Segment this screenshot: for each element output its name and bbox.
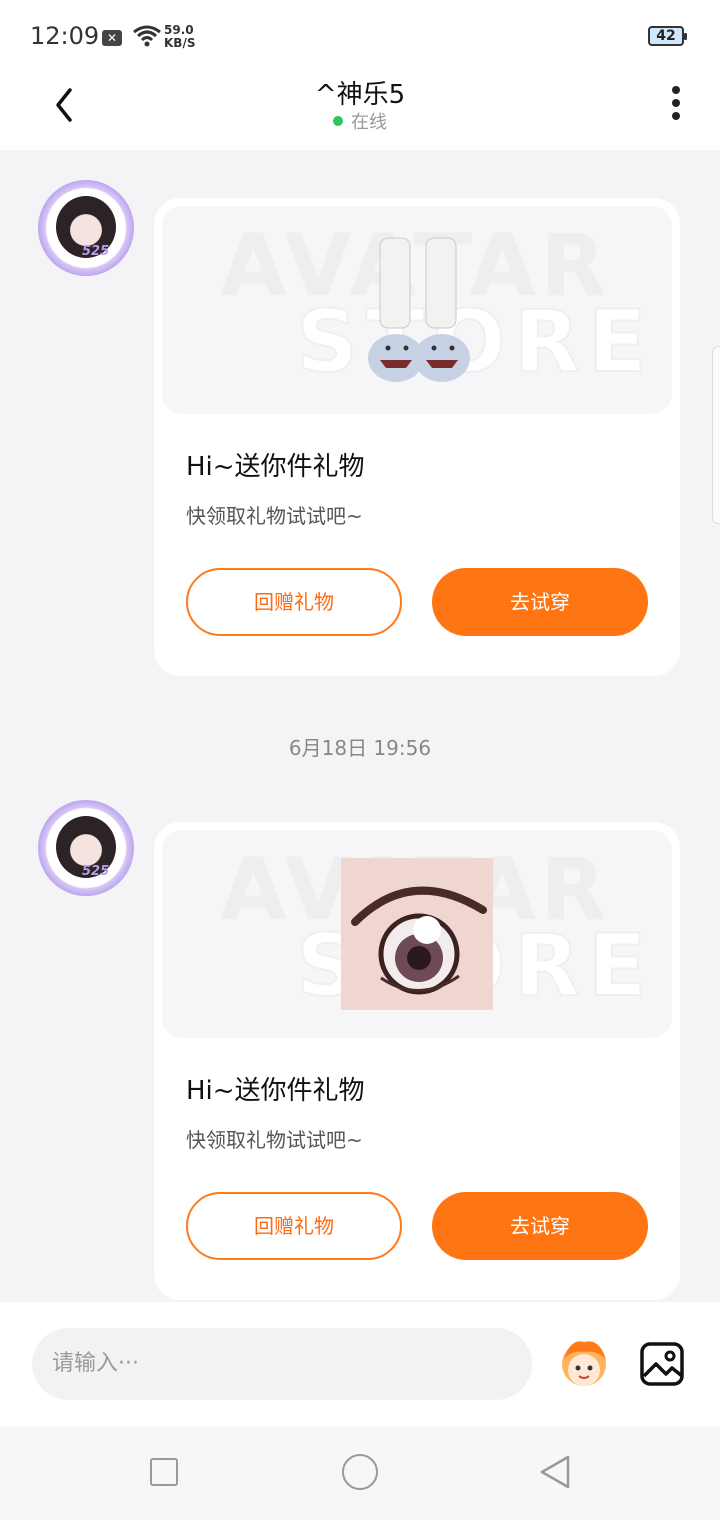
chat-header: ^神乐5 在线 [0, 72, 720, 150]
emoji-avatar-icon[interactable] [556, 1336, 612, 1392]
more-dot [672, 86, 680, 94]
message-input[interactable]: 请输入··· [32, 1328, 532, 1400]
notification-x-icon: ✕ [102, 30, 122, 46]
gift-card: AVATAR STORE Hi~送你件礼物 快领取礼物试试吧~ 回赠礼物 去试穿 [154, 822, 680, 1300]
network-speed: 59.0 KB/S [164, 24, 195, 50]
avatar-badge: 525 [82, 864, 110, 879]
home-icon[interactable] [342, 1454, 378, 1490]
try-on-button[interactable]: 去试穿 [432, 1192, 648, 1260]
gift-title: Hi~送你件礼物 [186, 1076, 365, 1106]
scrollbar[interactable] [712, 346, 720, 524]
more-dot [672, 99, 680, 107]
network-speed-unit: KB/S [164, 36, 196, 50]
return-gift-button[interactable]: 回赠礼物 [186, 568, 402, 636]
online-status-label: 在线 [351, 112, 387, 133]
sender-avatar[interactable]: 525 [38, 180, 134, 276]
gift-title: Hi~送你件礼物 [186, 452, 365, 482]
return-gift-button[interactable]: 回赠礼物 [186, 1192, 402, 1260]
online-status: 在线 [0, 108, 720, 134]
sender-avatar[interactable]: 525 [38, 800, 134, 896]
avatar-badge: 525 [82, 244, 110, 259]
system-nav-bar [0, 1426, 720, 1520]
more-dot [672, 112, 680, 120]
wifi-icon [133, 25, 161, 47]
recent-apps-icon[interactable] [150, 1458, 178, 1486]
gift-card: AVATAR STORE Hi~送你件礼物 快领取礼物试试吧~ 回赠礼物 去试穿 [154, 198, 680, 676]
try-on-button[interactable]: 去试穿 [432, 568, 648, 636]
gift-subtitle: 快领取礼物试试吧~ [186, 504, 363, 528]
shark-slippers-icon [368, 237, 470, 382]
status-bar: 12:09 ✕ 59.0 KB/S 42 [0, 0, 720, 72]
message-timestamp: 6月18日 19:56 [288, 736, 432, 760]
anime-eye-icon [341, 858, 493, 1010]
gift-preview[interactable]: AVATAR STORE [162, 206, 672, 414]
status-time: 12:09 [30, 22, 100, 50]
more-options-icon[interactable] [664, 80, 688, 124]
battery-icon: 42 [648, 26, 687, 46]
input-bar: 请输入··· [0, 1302, 720, 1426]
nav-back-icon[interactable] [538, 1454, 574, 1490]
gift-subtitle: 快领取礼物试试吧~ [186, 1128, 363, 1152]
image-picker-icon[interactable] [640, 1342, 684, 1386]
contact-name: ^神乐5 [314, 80, 406, 110]
gift-preview[interactable]: AVATAR STORE [162, 830, 672, 1038]
online-dot-icon [333, 116, 343, 126]
